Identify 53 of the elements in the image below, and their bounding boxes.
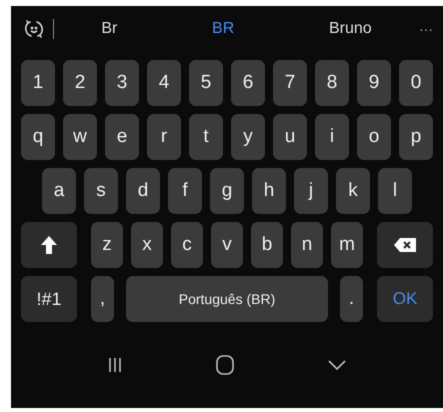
key[interactable]: i [315,114,349,160]
key[interactable]: g [210,168,244,214]
key[interactable]: 8 [315,60,349,106]
key[interactable]: 3 [105,60,139,106]
recent-apps-icon[interactable] [108,357,122,373]
suggestion[interactable]: Br [101,17,118,41]
key[interactable]: . [340,276,363,322]
key[interactable]: 7 [273,60,307,106]
key[interactable]: k [336,168,370,214]
key[interactable]: f [168,168,202,214]
key[interactable]: 0 [399,60,433,106]
backspace-key[interactable] [377,222,433,268]
suggestion[interactable]: Bruno [328,17,372,41]
key[interactable]: h [252,168,286,214]
key[interactable]: 2 [63,60,97,106]
key[interactable]: e [105,114,139,160]
key[interactable]: 4 [147,60,181,106]
key[interactable]: l [378,168,412,214]
key[interactable]: 6 [231,60,265,106]
key[interactable]: 1 [21,60,55,106]
key[interactable]: p [399,114,433,160]
ok-key[interactable]: OK [377,276,433,322]
key[interactable]: 5 [189,60,223,106]
key[interactable]: a [42,168,76,214]
key[interactable]: u [273,114,307,160]
more-button[interactable]: ··· [419,18,433,40]
shift-arrow-icon [40,235,58,255]
space-bar[interactable]: Português (BR) [126,276,328,322]
key[interactable]: n [291,222,323,268]
key[interactable]: b [251,222,283,268]
key[interactable]: s [84,168,118,214]
key[interactable]: x [131,222,163,268]
shift-key[interactable] [21,222,77,268]
key[interactable]: v [211,222,243,268]
key[interactable]: c [171,222,203,268]
hide-keyboard-icon[interactable] [328,360,346,370]
key[interactable]: , [91,276,114,322]
key[interactable]: r [147,114,181,160]
key[interactable]: d [126,168,160,214]
key[interactable]: o [357,114,391,160]
key[interactable]: z [91,222,123,268]
key[interactable]: w [63,114,97,160]
key[interactable]: q [21,114,55,160]
backspace-icon [393,237,417,253]
home-icon[interactable] [216,355,234,375]
key[interactable]: m [331,222,363,268]
key[interactable]: 9 [357,60,391,106]
symbols-key[interactable]: !#1 [21,276,77,322]
suggestion[interactable]: BR [212,17,234,41]
emoji-sync-icon[interactable] [23,18,45,40]
key[interactable]: t [189,114,223,160]
key[interactable]: y [231,114,265,160]
key[interactable]: j [294,168,328,214]
